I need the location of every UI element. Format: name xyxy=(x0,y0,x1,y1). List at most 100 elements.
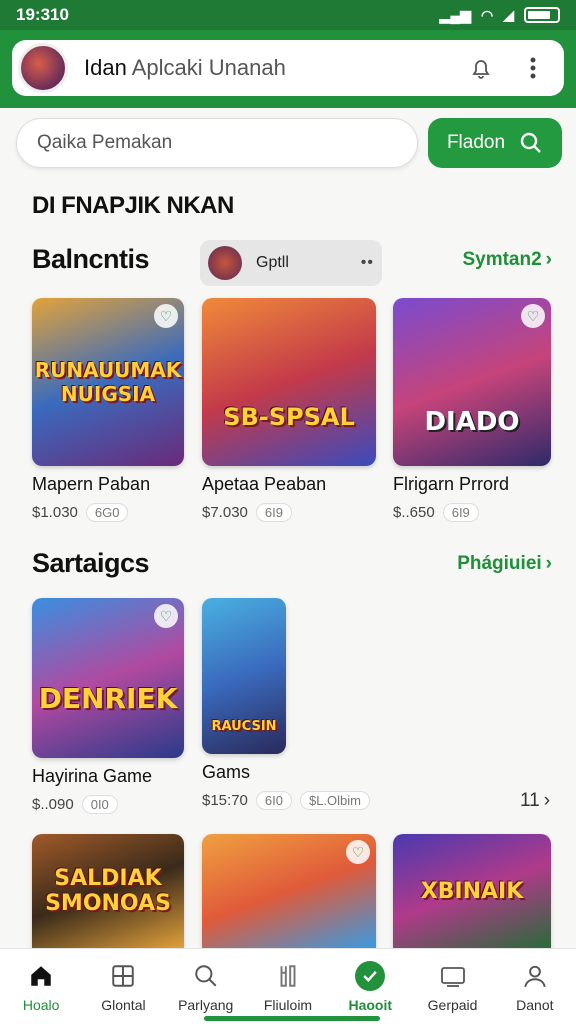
nav-item-puzzle[interactable]: Fliuloim xyxy=(247,949,329,1024)
game-card[interactable]: DIADO ♡ Flrigarn Prrord $..650 6I9 xyxy=(393,298,551,522)
nav-label: Haooit xyxy=(348,996,393,1013)
game-badge-secondary: $L.Olbim xyxy=(299,791,370,810)
app-title: Idan Aplcaki Unanah xyxy=(84,55,446,81)
game-price: $7.030 xyxy=(202,504,248,521)
nav-item-grid[interactable]: Glontal xyxy=(82,949,164,1024)
game-card[interactable]: RUNAUUMAK NUIGSIA ♡ Mapern Paban $1.030 … xyxy=(32,298,184,522)
game-price: $15:70 xyxy=(202,792,248,809)
chip-label: Gptll xyxy=(256,254,289,271)
game-badge: 6G0 xyxy=(85,503,129,522)
favorite-icon[interactable]: ♡ xyxy=(521,304,545,328)
search-button-label: Fladon xyxy=(446,132,506,153)
pagination-next[interactable]: 11 › xyxy=(520,790,550,812)
status-icons: ▂▄▆ ◠ ◢ xyxy=(440,7,560,24)
game-thumbnail-title: SB-SPSAL xyxy=(223,403,355,431)
person-icon xyxy=(520,961,550,991)
battery-icon xyxy=(524,7,560,23)
bell-icon xyxy=(472,60,490,79)
game-card[interactable]: XBINAIK xyxy=(393,834,551,948)
header-card: Idan Aplcaki Unanah xyxy=(12,40,564,96)
game-thumbnail[interactable]: XBINAIK xyxy=(393,834,551,948)
app-header: Idan Aplcaki Unanah xyxy=(0,30,576,108)
section2-see-all-label: Phágiuiei xyxy=(457,552,542,574)
game-thumbnail[interactable]: DENRIEK ♡ xyxy=(32,598,184,758)
game-card[interactable]: RAUCSIN Gams $15:70 6I0 $L.Olbim xyxy=(202,598,370,810)
game-card[interactable]: DENRIEK ♡ Hayirina Game $..090 0I0 xyxy=(32,598,184,814)
game-card[interactable]: ♡ xyxy=(202,834,376,948)
game-card[interactable]: SB-SPSAL Apetaa Peaban $7.030 6I9 xyxy=(202,298,376,522)
game-badge: 0I0 xyxy=(81,795,118,814)
game-badge: 6I9 xyxy=(442,503,479,522)
cell-signal-icon: ◢ xyxy=(503,6,514,23)
game-meta: $15:70 6I0 $L.Olbim xyxy=(202,791,370,810)
status-bar: 19:310 ▂▄▆ ◠ ◢ xyxy=(0,0,576,30)
game-thumbnail-title: XBINAIK xyxy=(420,878,524,904)
nav-label: Gerpaid xyxy=(427,996,478,1013)
signal-icon: ▂▄▆ xyxy=(439,6,471,23)
nav-label: Hoalo xyxy=(22,996,60,1013)
game-price: $1.030 xyxy=(32,504,78,521)
section2-header: Sartaigcs Phágiuiei › xyxy=(32,548,552,579)
game-thumbnail-title: RUNAUUMAK NUIGSIA xyxy=(34,358,182,406)
game-meta: $..090 0I0 xyxy=(32,795,184,814)
nav-item-check[interactable]: Haooit xyxy=(329,949,411,1024)
nav-item-home[interactable]: Hoalo xyxy=(0,949,82,1024)
chip-more-icon[interactable]: •• xyxy=(361,254,374,272)
page-heading: DI FNAPJIK NKAN xyxy=(32,192,234,219)
favorite-icon[interactable]: ♡ xyxy=(154,304,178,328)
app-title-strong: Idan xyxy=(84,55,127,80)
favorite-icon[interactable]: ♡ xyxy=(346,840,370,864)
game-thumbnail-title: RAUCSIN xyxy=(211,718,277,734)
search-icon xyxy=(520,132,541,153)
more-vertical-icon xyxy=(530,57,536,79)
home-indicator xyxy=(204,1016,380,1021)
game-price: $..650 xyxy=(393,504,435,521)
home-icon xyxy=(26,961,56,991)
chevron-right-icon: › xyxy=(545,552,552,574)
game-thumbnail[interactable]: RAUCSIN xyxy=(202,598,286,754)
chevron-right-icon: › xyxy=(545,248,552,270)
game-thumbnail[interactable]: RUNAUUMAK NUIGSIA ♡ xyxy=(32,298,184,466)
app-title-light: Aplcaki Unanah xyxy=(131,55,286,80)
game-meta: $1.030 6G0 xyxy=(32,503,184,522)
notification-button[interactable] xyxy=(464,51,498,85)
player-chip[interactable]: Gptll •• xyxy=(200,240,382,286)
game-badge: 6I9 xyxy=(255,503,292,522)
game-card[interactable]: SALDIAK SMONOAS xyxy=(32,834,184,948)
pagination-label: 11 xyxy=(520,790,540,811)
chevron-right-icon: › xyxy=(543,790,551,811)
game-name: Mapern Paban xyxy=(32,474,151,494)
game-thumbnail-title: DENRIEK xyxy=(38,681,178,715)
game-thumbnail[interactable]: DIADO ♡ xyxy=(393,298,551,466)
chip-avatar xyxy=(208,246,242,280)
game-thumbnail-title: DIADO xyxy=(424,407,520,437)
puzzle-icon xyxy=(273,961,303,991)
grid-icon xyxy=(108,961,138,991)
game-thumbnail[interactable]: SALDIAK SMONOAS xyxy=(32,834,184,948)
cast-icon xyxy=(438,961,468,991)
game-price: $..090 xyxy=(32,796,74,813)
nav-item-search[interactable]: Parlyang xyxy=(165,949,247,1024)
search-input[interactable] xyxy=(16,118,418,168)
avatar[interactable] xyxy=(18,43,68,93)
section2-see-all[interactable]: Phágiuiei › xyxy=(457,553,552,575)
game-thumbnail[interactable]: ♡ xyxy=(202,834,376,948)
game-name: Gams xyxy=(202,762,251,782)
game-name: Apetaa Peaban xyxy=(202,474,327,494)
nav-label: Fliuloim xyxy=(263,996,313,1013)
favorite-icon[interactable]: ♡ xyxy=(154,604,178,628)
game-meta: $..650 6I9 xyxy=(393,503,551,522)
game-thumbnail-title: SALDIAK SMONOAS xyxy=(45,866,171,916)
bottom-nav: Hoalo Glontal Parlyang Fliuloim Haooit G… xyxy=(0,948,576,1024)
nav-item-profile[interactable]: Danot xyxy=(494,949,576,1024)
nav-label: Glontal xyxy=(101,996,146,1013)
search-button[interactable]: Fladon xyxy=(428,118,562,168)
nav-item-cast[interactable]: Gerpaid xyxy=(411,949,493,1024)
more-menu-button[interactable] xyxy=(516,51,550,85)
section1-see-all[interactable]: Symtan2 › xyxy=(462,249,552,271)
game-thumbnail[interactable]: SB-SPSAL xyxy=(202,298,376,466)
nav-label: Parlyang xyxy=(178,996,234,1013)
status-time: 19:310 xyxy=(16,5,69,24)
game-name: Hayirina Game xyxy=(32,766,153,786)
section1-title: Balncntis xyxy=(32,244,150,274)
